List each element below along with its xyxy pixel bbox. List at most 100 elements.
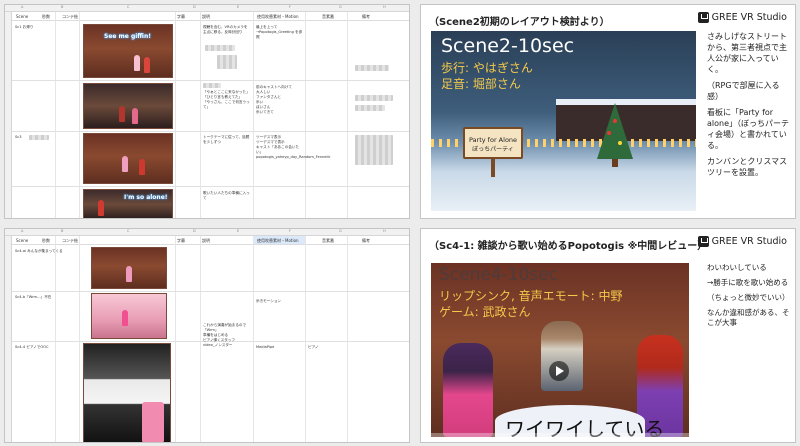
redacted-text — [355, 135, 393, 165]
gree-logo-icon — [697, 12, 709, 23]
slide-sc4-review: （Sc4-1: 雑談から歌い始めるPopotogis ※中間レビュー） GREE… — [420, 228, 796, 443]
column-header-bar: A B C D E F G H — [5, 229, 409, 236]
christmas-tree-icon — [597, 103, 633, 167]
cell-description[interactable]: 歌いたい人たちの準備に入って — [203, 191, 251, 201]
cell-motion[interactable]: ツーデスマ表示 ツーデスマで表示 キャスト「ああこの会いたい」 popotogi… — [256, 135, 330, 160]
column-letter[interactable]: G — [339, 5, 342, 9]
brand-name: GREE VR Studio — [711, 236, 787, 247]
thumbnail-overlay-text: See me giffin! — [104, 33, 152, 40]
brand-logo: GREE VR Studio — [697, 236, 787, 247]
column-letter[interactable]: B — [61, 5, 63, 9]
slide-notes: さみしげなストリートから、第三者視点で主人公が家に入っていく。 （RPGで部屋に… — [707, 31, 791, 183]
scene-preview-image[interactable]: Scene2-10sec 歩行: やはぎさん 足音: 堀部さん Party fo… — [431, 31, 696, 211]
avatar-figure — [132, 108, 138, 124]
cell-scene[interactable]: Sc4-4 ピアノでOOC — [15, 345, 75, 350]
spreadsheet-scene-plan-2[interactable]: A B C D E F G H Scene 秒数 コンテ絵 字幕 説明 使用吹替… — [4, 228, 410, 443]
redacted-text — [355, 95, 393, 101]
storyboard-thumbnail[interactable]: I'm so alone! — [83, 189, 173, 218]
column-letter[interactable]: D — [193, 229, 196, 233]
header-description: 説明 — [202, 14, 210, 19]
header-motion: 使用吹替素材・Motion — [257, 238, 299, 243]
storyboard-thumbnail[interactable] — [83, 133, 173, 184]
header-storyboard: コンテ絵 — [62, 14, 78, 19]
column-letter[interactable]: G — [339, 229, 342, 233]
cell-scene[interactable]: Sc1 お帰り — [15, 25, 53, 30]
sign-post — [491, 159, 495, 177]
cell-description[interactable]: トークテーマに従って、話題を少しずつ — [203, 135, 251, 145]
column-letter[interactable]: H — [383, 229, 386, 233]
cell-motion[interactable]: 歩きモーション — [256, 299, 304, 304]
column-letter[interactable]: A — [21, 229, 23, 233]
cell-sound[interactable]: ピアノ — [308, 345, 346, 350]
cell-motion[interactable]: MediaPipe — [256, 345, 304, 350]
play-button[interactable] — [549, 361, 569, 381]
column-letter[interactable]: E — [237, 229, 239, 233]
column-letter[interactable]: F — [289, 229, 291, 233]
credit-walking: 歩行: やはぎさん — [441, 61, 533, 75]
column-letter[interactable]: H — [383, 5, 386, 9]
redacted-text — [203, 83, 221, 88]
avatar-figure — [139, 159, 145, 175]
storyboard-thumbnail[interactable] — [91, 247, 167, 289]
storyboard-thumbnail[interactable]: See me giffin! — [83, 24, 173, 78]
column-letter[interactable]: E — [237, 5, 239, 9]
spreadsheet-scene-plan-1[interactable]: A B C D E F G H Scene 秒数 コンテ絵 字幕 説明 使用吹替… — [4, 4, 410, 219]
avatar-figure — [119, 106, 125, 122]
cell-scene[interactable]: Sc4-ai みんなが集まってくる — [15, 249, 75, 254]
column-letter[interactable]: A — [21, 5, 23, 9]
header-sound: 音素番 — [322, 14, 334, 19]
note-line: →勝手に歌を歌い始める — [707, 278, 789, 287]
header-scene: Scene — [16, 238, 29, 243]
thumbnail-overlay-text: I'm so alone! — [124, 194, 168, 201]
header-notes: 備考 — [362, 14, 370, 19]
note-line: わいわいしている — [707, 263, 767, 272]
header-subtitle: 字幕 — [177, 238, 185, 243]
column-letter[interactable]: B — [61, 229, 63, 233]
avatar-figure — [122, 310, 128, 326]
scene-label: Scene2-10sec — [441, 35, 575, 57]
header-scene: Scene — [16, 14, 29, 19]
cell-motion[interactable]: 最上を上って →Popotogis_Greeting を参照 — [256, 25, 304, 40]
brand-name: GREE VR Studio — [711, 12, 787, 23]
cell-motion[interactable]: 前のキャストへ向けて 大人しい ファンタさんと 歩い ぽいさん 歩いてきて — [256, 85, 304, 115]
avatar-figure — [126, 266, 132, 282]
column-letter[interactable]: D — [193, 5, 196, 9]
storyboard-thumbnail[interactable] — [83, 83, 173, 129]
video-player[interactable]: Scene4-10sec リップシンク, 音声エモート: 中野 ゲーム: 武政さ… — [431, 263, 689, 437]
sign-text-ja: ぼっちパーティ — [472, 146, 514, 153]
header-notes: 備考 — [362, 238, 370, 243]
sheet-header-row: Scene 秒数 コンテ絵 字幕 説明 使用吹替素材・Motion 音素番 備考 — [12, 12, 409, 21]
redacted-text — [29, 135, 49, 140]
column-letter[interactable]: C — [127, 229, 129, 233]
slide-notes: わいわいしている →勝手に歌を歌い始める （ちょっと微妙でいい） なんか違和感が… — [707, 263, 791, 333]
credit-game: ゲーム: 武政さん — [439, 305, 531, 319]
header-motion: 使用吹替素材・Motion — [257, 14, 299, 19]
gree-logo-icon — [697, 236, 709, 247]
cell-scene[interactable]: Sc4-b「Wrm…」不在 — [15, 295, 75, 300]
credit-lipsync: リップシンク, 音声エモート: 中野 — [439, 289, 623, 303]
redacted-text — [217, 55, 237, 69]
brand-logo: GREE VR Studio — [697, 12, 787, 23]
note-line: （RPGで部屋に入る感） — [707, 81, 780, 101]
column-header-bar: A B C D E F G H — [5, 5, 409, 12]
storyboard-thumbnail[interactable] — [91, 293, 167, 339]
column-letter[interactable]: C — [127, 5, 129, 9]
header-seconds: 秒数 — [42, 14, 50, 19]
scene-label: Scene4-10sec — [439, 265, 559, 285]
avatar-figure — [134, 55, 140, 71]
avatar-figure — [122, 156, 128, 172]
avatar-figure — [144, 57, 150, 73]
redacted-text — [355, 65, 389, 71]
video-progress-bar[interactable] — [431, 433, 689, 437]
cell-description[interactable]: これから演奏が始まるので 「Wrm」 準備をはじめる ピアノ弾くスタッフ vid… — [203, 323, 251, 348]
storyboard-thumbnail[interactable] — [83, 343, 171, 442]
column-letter[interactable]: F — [289, 5, 291, 9]
cell-description[interactable]: 視聴を含む、VRのカメラを主点に移る。反時計回り — [203, 25, 251, 35]
play-icon — [556, 366, 564, 376]
avatar-figure — [98, 200, 104, 216]
cell-description[interactable]: 「やぁとここに来なかった」 「ひとり言も教えてた」 「やっさん、ここで何言うって… — [203, 90, 251, 110]
note-line: なんか違和感がある、そこが大事 — [707, 308, 790, 327]
slide-scene2-layout: （Scene2初期のレイアウト検討より） GREE VR Studio Scen… — [420, 4, 796, 219]
party-sign: Party for Alone ぼっちパーティ — [463, 127, 523, 159]
redacted-text — [205, 45, 235, 51]
